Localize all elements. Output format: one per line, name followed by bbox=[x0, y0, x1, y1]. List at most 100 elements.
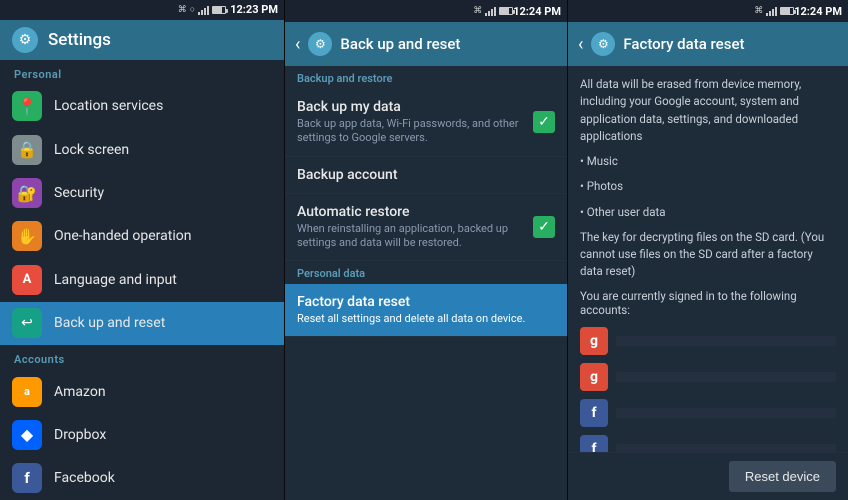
factory-reset-panel: ⌘ 12:24 PM ‹ ⚙ Factory data reset All da… bbox=[568, 0, 848, 500]
backup-gear-icon: ⚙ bbox=[308, 32, 332, 56]
personal-section-label: Personal bbox=[0, 60, 284, 85]
signal-icon-right bbox=[766, 6, 777, 16]
account-email-3 bbox=[616, 408, 836, 418]
status-bar-mid: ⌘ 12:24 PM bbox=[285, 0, 567, 22]
factory-reset-item[interactable]: Factory data reset Reset all settings an… bbox=[285, 284, 567, 337]
factory-list-photos: • Photos bbox=[580, 178, 836, 195]
factory-list-music: • Music bbox=[580, 153, 836, 170]
backup-my-data-secondary: Back up app data, Wi-Fi passwords, and o… bbox=[297, 117, 533, 146]
reset-button-bar: Reset device bbox=[568, 452, 848, 500]
factory-reset-text: Factory data reset Reset all settings an… bbox=[297, 294, 525, 326]
google-icon-1: g bbox=[580, 327, 608, 355]
security-icon: 🔐 bbox=[12, 178, 42, 208]
factory-description: All data will be erased from device memo… bbox=[580, 76, 836, 145]
settings-gear-icon: ⚙ bbox=[12, 27, 38, 53]
app-title-left: Settings bbox=[48, 30, 111, 50]
amazon-icon: a bbox=[12, 377, 42, 407]
sidebar-item-onehand[interactable]: ✋ One-handed operation bbox=[0, 215, 284, 258]
backup-my-data-text: Back up my data Back up app data, Wi-Fi … bbox=[297, 99, 533, 146]
backup-account-text: Backup account bbox=[297, 167, 397, 183]
onehand-icon: ✋ bbox=[12, 221, 42, 251]
bt-icon-mid: ⌘ bbox=[473, 6, 482, 16]
sidebar-item-location-label: Location services bbox=[54, 98, 163, 114]
bluetooth-icon: ⌘ bbox=[178, 5, 187, 15]
google-icon-2: g bbox=[580, 363, 608, 391]
factory-sd-card-text: The key for decrypting files on the SD c… bbox=[580, 229, 836, 281]
app-header-left: ⚙ Settings bbox=[0, 20, 284, 60]
auto-restore-primary: Automatic restore bbox=[297, 204, 533, 220]
backup-reset-header: ‹ ⚙ Back up and reset bbox=[285, 22, 567, 66]
language-icon: A bbox=[12, 265, 42, 295]
sidebar-item-amazon[interactable]: a Amazon bbox=[0, 370, 284, 413]
account-row-google-2: g bbox=[580, 359, 836, 395]
reset-device-button[interactable]: Reset device bbox=[729, 461, 836, 492]
sidebar-item-backup-label: Back up and reset bbox=[54, 315, 165, 331]
account-email-1 bbox=[616, 336, 836, 346]
factory-gear-icon: ⚙ bbox=[591, 32, 615, 56]
status-bar-right: ⌘ 12:24 PM bbox=[568, 0, 848, 22]
sidebar-item-location[interactable]: 📍 Location services bbox=[0, 85, 284, 128]
facebook-icon-account-2: f bbox=[580, 435, 608, 453]
signal-icon-mid bbox=[485, 6, 496, 16]
status-icons-mid: ⌘ bbox=[473, 6, 513, 16]
back-button-mid[interactable]: ‹ bbox=[295, 34, 300, 55]
status-time-right: 12:24 PM bbox=[794, 5, 842, 18]
backup-restore-label: Backup and restore bbox=[285, 66, 567, 89]
signal-icon bbox=[198, 5, 209, 15]
wifi-icon: ○ bbox=[190, 4, 195, 15]
sidebar-item-dropbox[interactable]: ◆ Dropbox bbox=[0, 413, 284, 456]
lock-icon: 🔒 bbox=[12, 135, 42, 165]
sidebar-item-language-label: Language and input bbox=[54, 272, 177, 288]
backup-my-data-primary: Back up my data bbox=[297, 99, 533, 115]
auto-restore-text: Automatic restore When reinstalling an a… bbox=[297, 204, 533, 251]
sidebar-item-lock-label: Lock screen bbox=[54, 142, 129, 158]
personal-data-label: Personal data bbox=[285, 261, 567, 284]
factory-reset-primary: Factory data reset bbox=[297, 294, 525, 310]
auto-restore-checkbox[interactable]: ✓ bbox=[533, 216, 555, 238]
factory-list-other: • Other user data bbox=[580, 204, 836, 221]
backup-my-data-item[interactable]: Back up my data Back up app data, Wi-Fi … bbox=[285, 89, 567, 157]
account-email-4 bbox=[616, 444, 836, 453]
backup-account-primary: Backup account bbox=[297, 167, 397, 183]
account-row-facebook-2: f bbox=[580, 431, 836, 453]
auto-restore-secondary: When reinstalling an application, backed… bbox=[297, 222, 533, 251]
battery-icon bbox=[212, 6, 226, 14]
battery-icon-mid bbox=[499, 7, 513, 15]
factory-reset-header: ‹ ⚙ Factory data reset bbox=[568, 22, 848, 66]
sidebar-item-onehand-label: One-handed operation bbox=[54, 228, 191, 244]
sidebar-item-dropbox-label: Dropbox bbox=[54, 427, 106, 443]
sidebar-item-language[interactable]: A Language and input bbox=[0, 258, 284, 301]
sidebar-item-facebook[interactable]: f Facebook bbox=[0, 457, 284, 500]
accounts-section-label: Accounts bbox=[0, 345, 284, 370]
back-button-right[interactable]: ‹ bbox=[578, 34, 583, 55]
sidebar-item-lock[interactable]: 🔒 Lock screen bbox=[0, 128, 284, 171]
status-icons-right: ⌘ bbox=[754, 6, 794, 16]
auto-restore-item[interactable]: Automatic restore When reinstalling an a… bbox=[285, 194, 567, 262]
backup-reset-title: Back up and reset bbox=[340, 35, 460, 53]
account-row-facebook-1: f bbox=[580, 395, 836, 431]
dropbox-icon: ◆ bbox=[12, 420, 42, 450]
location-icon: 📍 bbox=[12, 91, 42, 121]
battery-icon-right bbox=[780, 7, 794, 15]
sidebar-item-security-label: Security bbox=[54, 185, 104, 201]
status-time-mid: 12:24 PM bbox=[513, 5, 561, 18]
account-row-google-1: g bbox=[580, 323, 836, 359]
sidebar-item-facebook-label: Facebook bbox=[54, 470, 115, 486]
status-icons-left: ⌘ ○ bbox=[178, 4, 226, 15]
backup-my-data-checkbox[interactable]: ✓ bbox=[533, 111, 555, 133]
sidebar-item-backup[interactable]: ↩ Back up and reset bbox=[0, 302, 284, 345]
sidebar-item-amazon-label: Amazon bbox=[54, 384, 106, 400]
facebook-icon-account-1: f bbox=[580, 399, 608, 427]
backup-reset-panel: ⌘ 12:24 PM ‹ ⚙ Back up and reset Backup … bbox=[285, 0, 568, 500]
factory-accounts-label: You are currently signed in to the follo… bbox=[580, 289, 836, 317]
account-email-2 bbox=[616, 372, 836, 382]
facebook-icon: f bbox=[12, 463, 42, 493]
factory-reset-title: Factory data reset bbox=[623, 35, 744, 53]
sidebar-item-security[interactable]: 🔐 Security bbox=[0, 171, 284, 214]
backup-icon: ↩ bbox=[12, 308, 42, 338]
backup-account-item[interactable]: Backup account bbox=[285, 157, 567, 194]
status-bar-left: ⌘ ○ 12:23 PM bbox=[0, 0, 284, 20]
bt-icon-right: ⌘ bbox=[754, 6, 763, 16]
status-time-left: 12:23 PM bbox=[230, 3, 278, 16]
factory-content: All data will be erased from device memo… bbox=[568, 66, 848, 452]
